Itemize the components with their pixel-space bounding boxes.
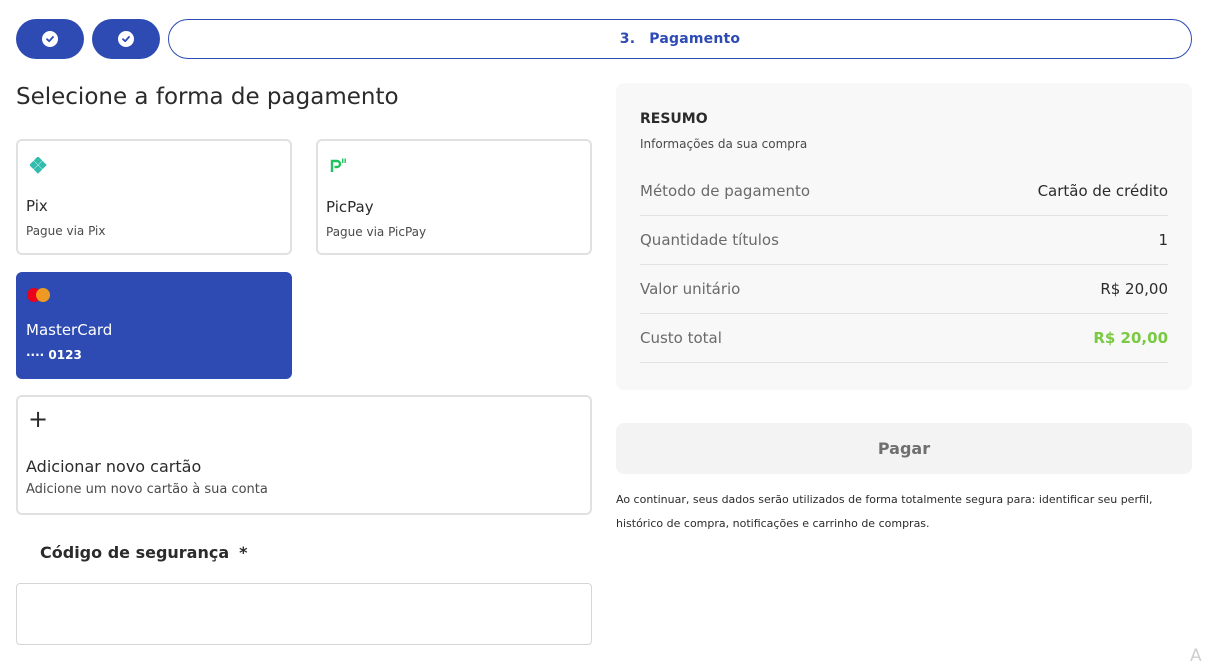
pix-subtitle: Pague via Pix xyxy=(26,224,106,238)
add-new-card-option[interactable]: + Adicionar novo cartão Adicione um novo… xyxy=(16,395,592,515)
picpay-icon xyxy=(330,157,348,179)
summary-value: 1 xyxy=(1158,231,1168,249)
step-label: Pagamento xyxy=(649,31,741,47)
picpay-subtitle: Pague via PicPay xyxy=(326,225,427,239)
purchase-summary: RESUMO Informações da sua compra Método … xyxy=(616,83,1192,390)
payment-option-pix[interactable]: Pix Pague via Pix xyxy=(16,139,292,255)
step-1-completed[interactable] xyxy=(16,19,84,59)
check-icon xyxy=(118,31,134,47)
summary-row-payment-method: Método de pagamento Cartão de crédito xyxy=(640,167,1168,216)
add-card-subtitle: Adicione um novo cartão à sua conta xyxy=(26,482,268,497)
required-marker: * xyxy=(239,543,248,562)
mastercard-icon xyxy=(26,286,52,308)
summary-value: R$ 20,00 xyxy=(1100,280,1168,298)
summary-value: Cartão de crédito xyxy=(1037,182,1168,200)
card-last-digits: ···· 0123 xyxy=(26,348,82,362)
privacy-disclaimer: Ao continuar, seus dados serão utilizado… xyxy=(616,493,1153,530)
summary-row-quantity: Quantidade títulos 1 xyxy=(640,216,1168,265)
pay-button[interactable]: Pagar xyxy=(616,423,1192,474)
add-card-title: Adicionar novo cartão xyxy=(26,457,202,476)
check-icon xyxy=(42,31,58,47)
step-2-completed[interactable] xyxy=(92,19,160,59)
pix-icon xyxy=(29,156,48,179)
corner-text: A xyxy=(1190,646,1202,666)
total-value: R$ 20,00 xyxy=(1093,329,1168,347)
pix-title: Pix xyxy=(26,197,48,215)
mastercard-title: MasterCard xyxy=(26,321,113,339)
summary-key: Custo total xyxy=(640,329,722,347)
section-title: Selecione a forma de pagamento xyxy=(16,84,399,110)
picpay-title: PicPay xyxy=(326,198,374,216)
summary-key: Valor unitário xyxy=(640,280,741,298)
summary-key: Quantidade títulos xyxy=(640,231,779,249)
plus-icon: + xyxy=(28,405,49,433)
payment-option-picpay[interactable]: PicPay Pague via PicPay xyxy=(316,139,592,255)
payment-option-mastercard[interactable]: MasterCard ···· 0123 xyxy=(16,272,292,379)
summary-row-unit-price: Valor unitário R$ 20,00 xyxy=(640,265,1168,314)
security-code-label: Código de segurança * xyxy=(40,543,248,562)
summary-row-total: Custo total R$ 20,00 xyxy=(640,314,1168,363)
step-number: 3. xyxy=(619,31,636,47)
summary-heading: RESUMO xyxy=(640,111,708,127)
summary-subheading: Informações da sua compra xyxy=(640,137,808,151)
step-3-current[interactable]: 3. Pagamento xyxy=(168,19,1192,59)
security-code-input[interactable] xyxy=(16,583,592,645)
summary-key: Método de pagamento xyxy=(640,182,811,200)
security-code-label-text: Código de segurança xyxy=(40,543,230,562)
